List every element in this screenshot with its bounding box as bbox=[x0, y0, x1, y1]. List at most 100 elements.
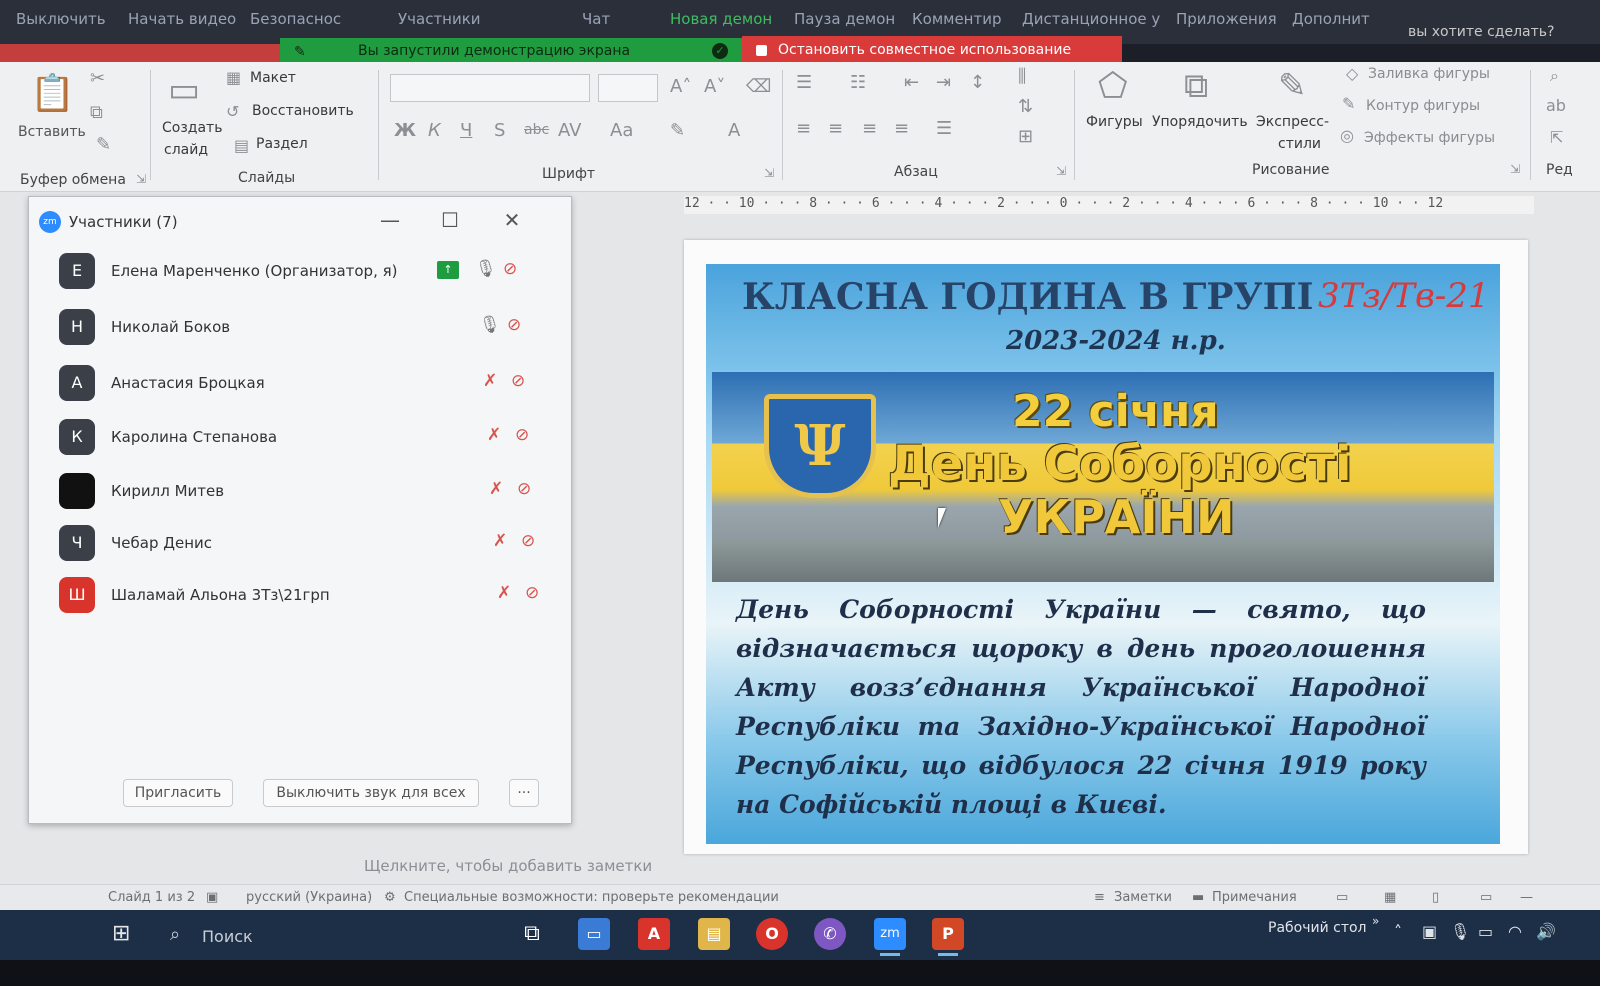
shape-fill-button[interactable]: Заливка фигуры bbox=[1368, 66, 1490, 82]
chevron-up-icon[interactable]: ˄ bbox=[1394, 922, 1402, 941]
new-slide-button[interactable]: Создать bbox=[162, 120, 222, 136]
taskbar-search[interactable]: ⌕ Поиск bbox=[160, 916, 420, 954]
font-color-button[interactable]: A bbox=[728, 120, 740, 141]
tray-app-icon[interactable]: ▣ bbox=[1422, 922, 1437, 941]
italic-button[interactable]: К bbox=[428, 120, 441, 141]
more-options-button[interactable]: ··· bbox=[509, 779, 539, 807]
new-slide-icon[interactable]: ▭ bbox=[168, 70, 200, 110]
windows-start-icon[interactable]: ⊞ bbox=[112, 922, 136, 946]
replace-icon[interactable]: ab bbox=[1546, 96, 1566, 115]
increase-indent-icon[interactable]: ⇥ bbox=[936, 72, 951, 93]
shadow-button[interactable]: S bbox=[494, 120, 505, 141]
security-button[interactable]: Безопаснос bbox=[250, 10, 341, 28]
invite-button[interactable]: Пригласить bbox=[123, 779, 233, 807]
zoom-app-icon[interactable]: zm bbox=[874, 918, 906, 956]
copy-icon[interactable]: ⧉ bbox=[90, 102, 103, 123]
leave-button[interactable]: Выключить bbox=[16, 10, 106, 28]
camera-off-icon[interactable]: ⊘ bbox=[503, 259, 517, 279]
align-center-icon[interactable]: ≡ bbox=[828, 118, 843, 139]
sorter-view-icon[interactable]: ▦ bbox=[1384, 890, 1396, 905]
participant-row[interactable]: Ш Шаламай Альона 3Тз\21грп ✗ ⊘ bbox=[59, 573, 559, 619]
dialog-launcher-icon[interactable]: ⇲ bbox=[1510, 162, 1520, 176]
shrink-font-icon[interactable]: A˅ bbox=[704, 76, 725, 97]
arrange-button[interactable]: Упорядочить bbox=[1152, 114, 1248, 130]
bullets-icon[interactable]: ☰ bbox=[796, 72, 812, 93]
wifi-icon[interactable]: ◠ bbox=[1508, 922, 1522, 941]
font-size-combobox[interactable] bbox=[598, 74, 658, 102]
pause-share-button[interactable]: Пауза демон bbox=[794, 10, 895, 28]
acrobat-icon[interactable]: A bbox=[638, 918, 670, 950]
align-left-icon[interactable]: ≡ bbox=[796, 118, 811, 139]
maximize-icon[interactable]: ☐ bbox=[435, 205, 465, 235]
bold-button[interactable]: Ж bbox=[394, 120, 416, 141]
format-painter-icon[interactable]: ✎ bbox=[96, 134, 111, 155]
numbering-icon[interactable]: ☷ bbox=[850, 72, 866, 93]
char-spacing-button[interactable]: AV bbox=[558, 120, 581, 141]
column-layout-icon[interactable]: ☰ bbox=[936, 118, 952, 139]
opera-icon[interactable]: O bbox=[756, 918, 788, 950]
microphone-icon[interactable]: 🎙 bbox=[479, 315, 501, 335]
strikethrough-button[interactable]: abc bbox=[524, 122, 549, 138]
shape-effects-button[interactable]: Эффекты фигуры bbox=[1364, 130, 1495, 146]
more-button[interactable]: Дополнит bbox=[1292, 10, 1370, 28]
microphone-tray-icon[interactable]: 🎙 bbox=[1450, 922, 1470, 941]
file-explorer-icon[interactable]: ▤ bbox=[698, 918, 730, 950]
close-icon[interactable]: ✕ bbox=[497, 205, 527, 235]
dialog-launcher-icon[interactable]: ⇲ bbox=[136, 172, 146, 186]
participant-row[interactable]: А Анастасия Броцкая ✗ ⊘ bbox=[59, 361, 559, 407]
volume-icon[interactable]: 🔊 bbox=[1536, 922, 1556, 941]
quick-styles-button-line2[interactable]: стили bbox=[1278, 136, 1321, 152]
new-slide-button-line2[interactable]: слайд bbox=[164, 142, 208, 158]
camera-off-icon[interactable]: ⊘ bbox=[511, 371, 525, 391]
language-indicator[interactable]: русский (Украина) bbox=[246, 890, 372, 905]
microphone-muted-icon[interactable]: ✗ bbox=[489, 479, 503, 499]
camera-off-icon[interactable]: ⊘ bbox=[517, 479, 531, 499]
remote-control-button[interactable]: Дистанционное у bbox=[1022, 10, 1160, 28]
microphone-muted-icon[interactable]: ✗ bbox=[493, 531, 507, 551]
slideshow-view-icon[interactable]: ▭ bbox=[1480, 890, 1492, 905]
pin-icon[interactable]: ✎ bbox=[294, 44, 306, 60]
mute-all-button[interactable]: Выключить звук для всех bbox=[263, 779, 479, 807]
viber-icon[interactable]: ✆ bbox=[814, 918, 846, 950]
select-icon[interactable]: ⇱ bbox=[1550, 128, 1563, 147]
reset-button[interactable]: Восстановить bbox=[252, 103, 354, 119]
notes-placeholder[interactable]: Щелкните, чтобы добавить заметки bbox=[364, 857, 652, 875]
minimize-icon[interactable]: — bbox=[375, 205, 405, 235]
camera-off-icon[interactable]: ⊘ bbox=[521, 531, 535, 551]
slide[interactable]: КЛАСНА ГОДИНА В ГРУПІ 3Тз/Тв-21 2023-202… bbox=[706, 264, 1500, 844]
cut-icon[interactable]: ✂ bbox=[90, 68, 105, 89]
columns-icon[interactable]: ⫼ bbox=[1018, 66, 1026, 87]
powerpoint-icon[interactable]: P bbox=[932, 918, 964, 956]
layout-button[interactable]: Макет bbox=[250, 70, 296, 86]
participant-row[interactable]: К Каролина Степанова ✗ ⊘ bbox=[59, 415, 559, 461]
camera-off-icon[interactable]: ⊘ bbox=[515, 425, 529, 445]
align-right-icon[interactable]: ≡ bbox=[862, 118, 877, 139]
paste-icon[interactable]: 📋 bbox=[30, 72, 75, 114]
microphone-muted-icon[interactable]: ✗ bbox=[487, 425, 501, 445]
highlight-icon[interactable]: ✎ bbox=[670, 120, 685, 141]
start-video-button[interactable]: Начать видео bbox=[128, 10, 236, 28]
toolbar-expand-icon[interactable]: » bbox=[1372, 914, 1379, 928]
participant-row[interactable]: Кирилл Митев ✗ ⊘ bbox=[59, 469, 559, 515]
underline-button[interactable]: Ч bbox=[460, 120, 472, 141]
quick-styles-icon[interactable]: ✎ bbox=[1278, 66, 1307, 106]
change-case-button[interactable]: Aa bbox=[610, 120, 633, 141]
camera-off-icon[interactable]: ⊘ bbox=[525, 583, 539, 603]
shapes-icon[interactable]: ⬠ bbox=[1098, 66, 1128, 106]
accessibility-status[interactable]: Специальные возможности: проверьте реком… bbox=[404, 890, 779, 905]
desktop-app-icon[interactable]: ▭ bbox=[578, 918, 610, 950]
paste-button[interactable]: Вставить bbox=[18, 124, 86, 140]
new-share-button[interactable]: Новая демон bbox=[670, 10, 772, 28]
participants-button[interactable]: Участники bbox=[398, 10, 481, 28]
comments-button[interactable]: Примечания bbox=[1212, 890, 1297, 905]
clear-format-icon[interactable]: ⌫ bbox=[746, 76, 771, 97]
spell-check-icon[interactable]: ▣ bbox=[206, 890, 218, 905]
grow-font-icon[interactable]: A˄ bbox=[670, 76, 691, 97]
annotate-button[interactable]: Комментир bbox=[912, 10, 1002, 28]
section-button[interactable]: Раздел bbox=[256, 136, 308, 152]
find-icon[interactable]: ⌕ bbox=[1550, 66, 1559, 86]
smartart-icon[interactable]: ⊞ bbox=[1018, 126, 1033, 147]
font-name-combobox[interactable] bbox=[390, 74, 590, 102]
arrange-icon[interactable]: ⧉ bbox=[1184, 66, 1208, 106]
shape-outline-button[interactable]: Контур фигуры bbox=[1366, 98, 1480, 114]
